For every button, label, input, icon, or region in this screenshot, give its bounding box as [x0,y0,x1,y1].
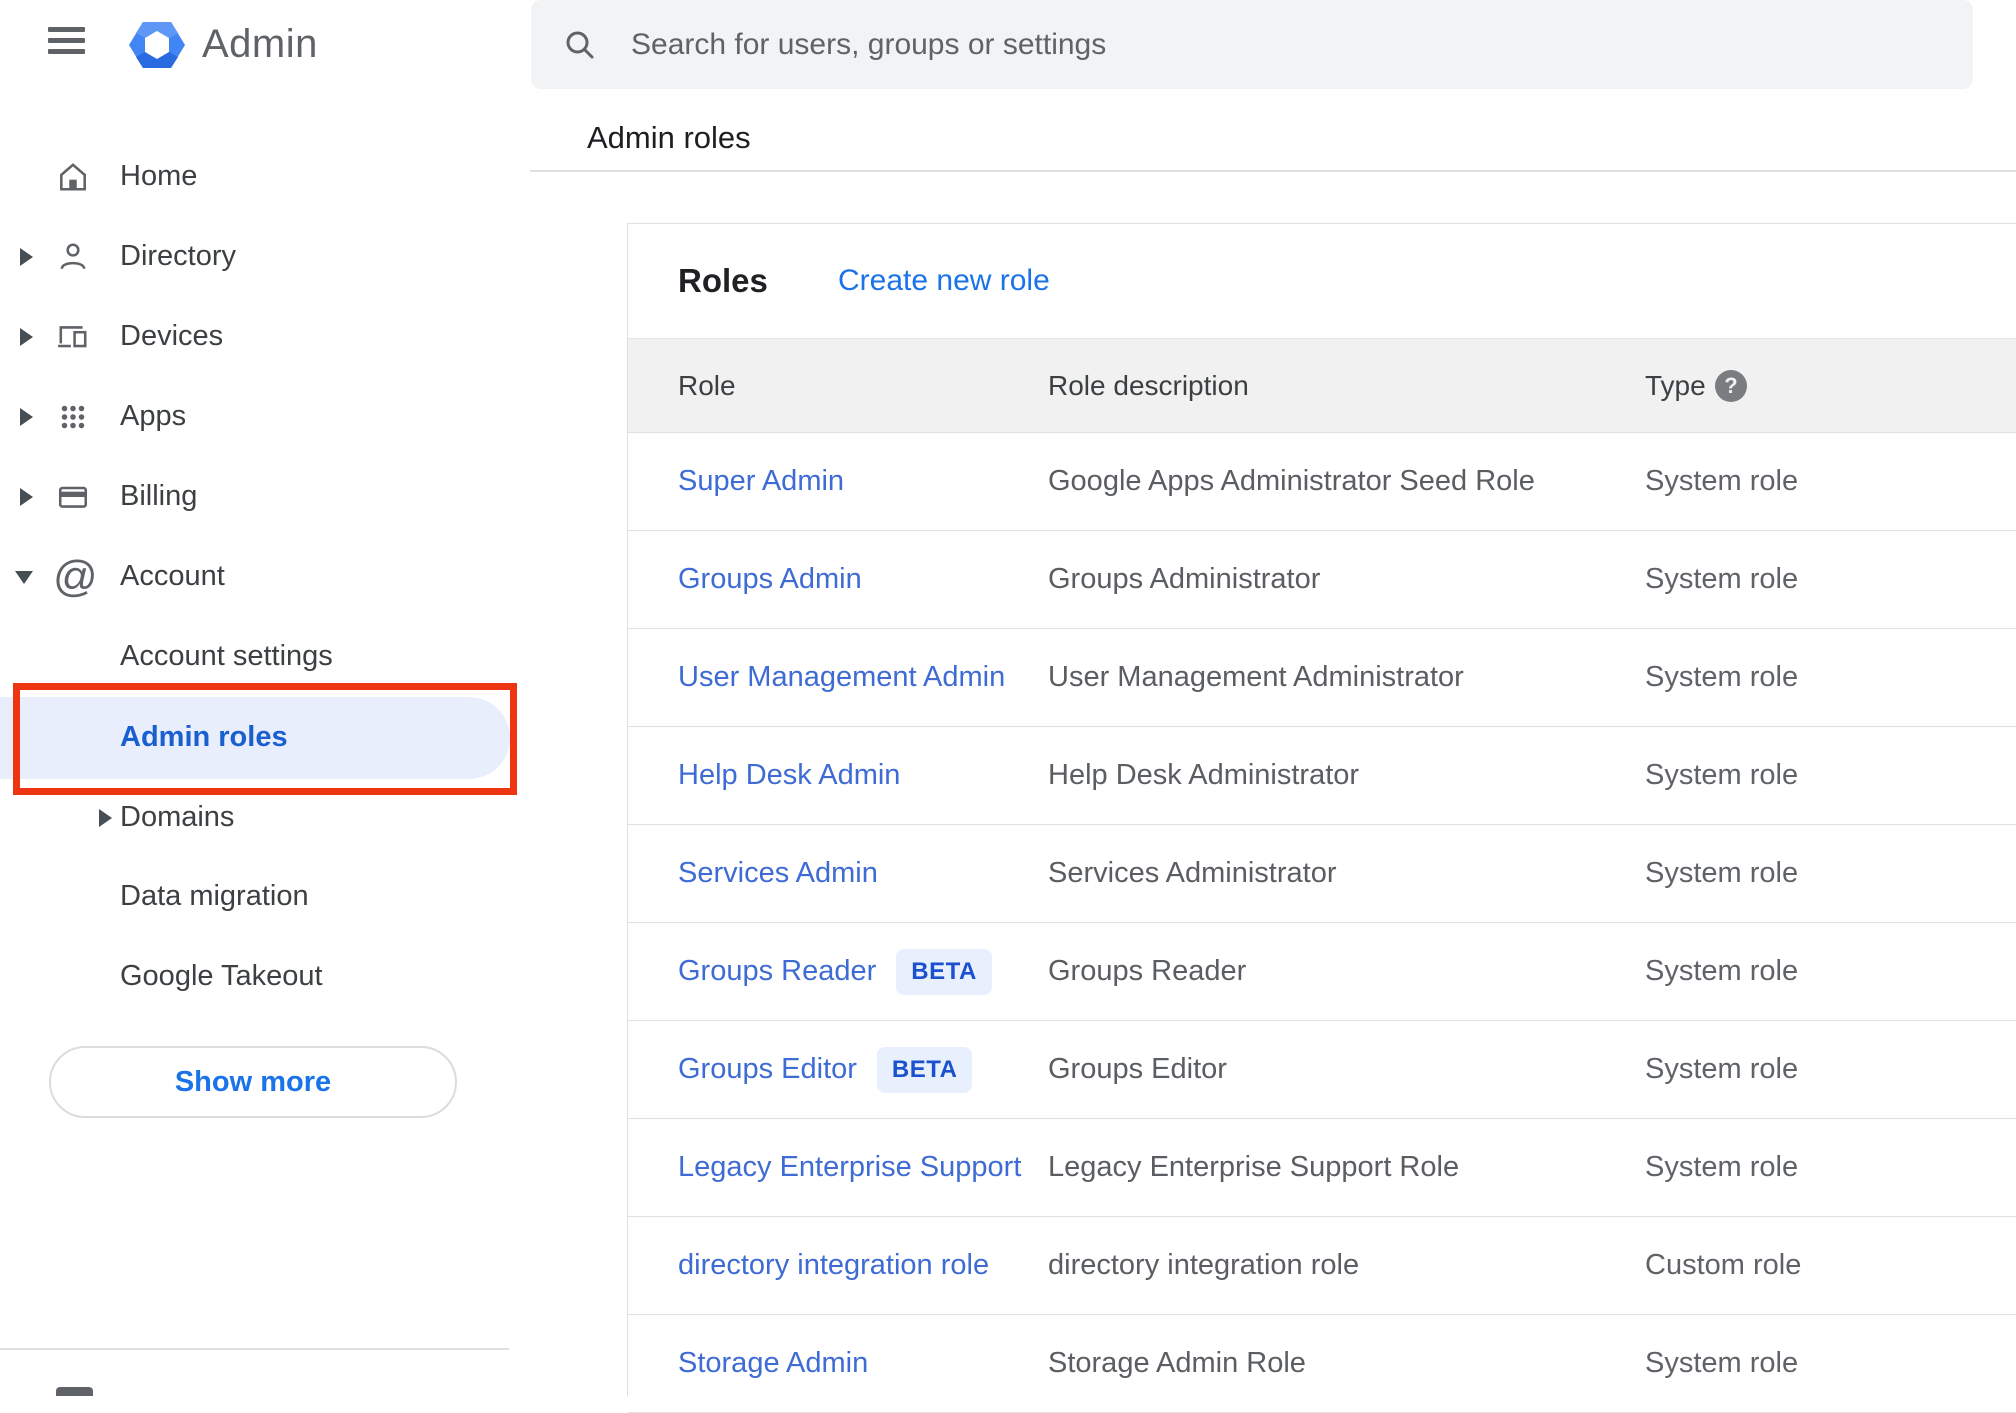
role-description: Groups Administrator [1048,563,1321,595]
table-row: Storage Admin Storage Admin Role System ro… [628,1315,2016,1413]
admin-logo-icon [128,16,186,74]
table-row: Groups Admin Groups Administrator System r… [628,531,2016,629]
role-description: Services Administrator [1048,857,1337,889]
search-placeholder: Search for users, groups or settings [631,27,1107,61]
role-description: Help Desk Administrator [1048,759,1360,791]
page-title: Roles [678,262,768,299]
role-description: directory integration role [1048,1249,1360,1281]
role-type: System role [1645,465,1799,497]
table-row: Groups Reader BETA Groups Reader System rol… [628,923,2016,1021]
sidebar-item-google-takeout[interactable]: Google Takeout [0,937,531,1017]
role-link[interactable]: Groups Reader [678,955,876,988]
role-type: System role [1645,661,1799,693]
sidebar-item-domains[interactable]: Domains [0,778,531,858]
sidebar-item-label: Account [120,559,225,592]
role-description: Groups Editor [1048,1053,1227,1085]
role-link[interactable]: Legacy Enterprise Support [678,1151,1021,1184]
role-type: System role [1645,955,1799,987]
column-header-role: Role [678,369,736,401]
role-link[interactable]: Groups Admin [678,563,862,596]
role-type: Custom role [1645,1249,1802,1281]
sidebar-item-label: Apps [120,399,187,432]
role-link[interactable]: Help Desk Admin [678,759,900,792]
sidebar-item-home[interactable]: Home [0,137,531,217]
expand-arrow-icon[interactable] [20,488,33,506]
sidebar-item-apps[interactable]: Apps [0,377,531,457]
roles-card: Roles Create new role Role Role descript… [627,223,2016,1413]
menu-icon[interactable] [44,24,90,60]
sidebar-item-account-settings[interactable]: Account settings [0,617,531,697]
sidebar-item-label: Admin roles [120,720,288,753]
role-link[interactable]: Services Admin [678,857,878,890]
search-input[interactable]: Search for users, groups or settings [531,0,1973,89]
expand-arrow-icon[interactable] [20,248,33,266]
sidebar-item-account[interactable]: @ Account [0,537,531,617]
sidebar-item-label: Account settings [120,639,333,672]
role-type: System role [1645,1053,1799,1085]
sidebar-item-billing[interactable]: Billing [0,457,531,537]
table-row: User Management Admin User Management Adm… [628,629,2016,727]
create-new-role-link[interactable]: Create new role [838,264,1050,298]
help-icon[interactable]: ? [1715,369,1747,402]
sidebar-item-data-migration[interactable]: Data migration [0,857,531,937]
expand-arrow-icon[interactable] [20,328,33,346]
role-type: System role [1645,759,1799,791]
role-link[interactable]: directory integration role [678,1249,989,1282]
sidebar-divider [0,1348,509,1350]
apps-grid-icon [56,400,90,434]
sidebar-item-label: Google Takeout [120,959,323,992]
sidebar-item-label: Home [120,159,198,192]
sidebar-item-admin-roles[interactable]: Admin roles [0,697,510,779]
credit-card-icon [56,480,90,514]
search-icon [563,28,597,62]
home-icon [56,160,90,194]
table-row: Groups Editor BETA Groups Editor System rol… [628,1021,2016,1119]
table-header-row: Role Role description Type ? [628,338,2016,433]
table-row: Super Admin Google Apps Administrator See… [628,433,2016,531]
table-row: directory integration role directory inte… [628,1217,2016,1315]
sidebar-item-label: Domains [120,800,235,833]
roles-card-header: Roles Create new role [628,224,2016,338]
sidebar-item-label: Devices [120,319,224,352]
beta-badge: BETA [896,948,992,995]
sidebar-item-label: Billing [120,479,198,512]
role-link[interactable]: Super Admin [678,465,844,498]
devices-icon [56,320,90,354]
table-row: Legacy Enterprise Support Legacy Enterpri… [628,1119,2016,1217]
role-link[interactable]: Groups Editor [678,1053,857,1086]
app-title: Admin [202,22,318,66]
role-link[interactable]: User Management Admin [678,661,1005,694]
column-header-type: Type [1645,369,1706,401]
role-description: Groups Reader [1048,955,1247,987]
role-type: System role [1645,1151,1799,1183]
show-more-button[interactable]: Show more [49,1046,457,1118]
table-row: Services Admin Services Administrator Syst… [628,825,2016,923]
beta-badge: BETA [876,1046,973,1093]
role-description: Google Apps Administrator Seed Role [1048,465,1535,497]
sidebar-item-label: Directory [120,239,237,272]
collapse-arrow-icon[interactable] [15,571,33,584]
role-description: Storage Admin Role [1048,1347,1306,1379]
person-icon [56,240,90,274]
sidebar-item-label: Data migration [120,879,309,912]
role-type: System role [1645,1347,1799,1379]
role-link[interactable]: Storage Admin [678,1347,868,1380]
header-divider [530,170,2016,172]
breadcrumb: Admin roles [587,120,751,155]
expand-arrow-icon[interactable] [20,408,33,426]
roles-table-body: Super Admin Google Apps Administrator See… [628,433,2016,1413]
at-sign-icon: @ [53,552,98,601]
sidebar-item-devices[interactable]: Devices [0,297,531,377]
role-type: System role [1645,857,1799,889]
expand-arrow-icon[interactable] [99,809,112,827]
role-description: User Management Administrator [1048,661,1464,693]
table-row: Help Desk Admin Help Desk Administrator Sy… [628,727,2016,825]
role-description: Legacy Enterprise Support Role [1048,1151,1460,1183]
column-header-description: Role description [1048,369,1249,401]
sidebar-item-directory[interactable]: Directory [0,217,531,297]
sidebar: Admin Home Directory Devices Apps Billin… [0,0,531,1396]
role-type: System role [1645,563,1799,595]
clipped-bottom-icon [56,1387,93,1396]
